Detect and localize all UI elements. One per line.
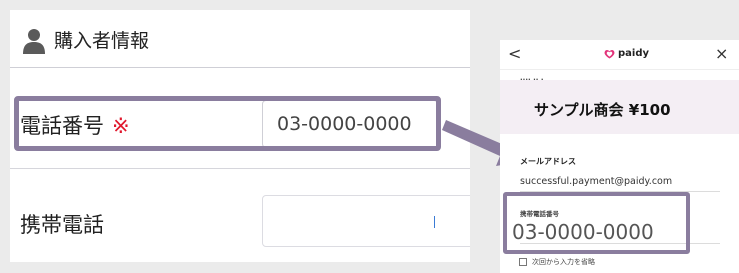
close-icon[interactable]: × [715,44,728,63]
email-underline [520,191,720,192]
mobile-label: 携帯電話 [20,213,104,237]
email-input[interactable]: successful.payment@paidy.com [520,176,672,187]
text-caret [434,216,435,228]
remember-label: 次回から入力を省略 [532,258,595,266]
paidy-heart-icon [604,49,615,58]
merchant-amount: サンプル商会 ¥100 [534,101,671,119]
checkout-header: < paidy × [500,40,739,70]
tel-label: 電話番号 ※ [20,110,130,140]
required-mark: ※ [112,114,130,138]
checkbox-icon[interactable] [519,258,527,266]
chevron-left-icon[interactable]: < [508,44,521,63]
tel-label-text: 電話番号 [20,114,104,138]
row-divider [10,168,470,169]
section-title: 購入者情報 [54,30,150,52]
purchaser-form: 購入者情報 電話番号 ※ 携帯電話 [10,10,470,262]
person-icon [23,29,45,54]
phone-underline [520,243,720,244]
paidy-brand-text: paidy [618,48,650,59]
paidy-logo: paidy [604,48,649,59]
mobile-input[interactable] [262,195,470,247]
email-label: メールアドレス [520,157,576,166]
merchant-summary: サンプル商会 ¥100 [500,80,739,134]
paidy-checkout: < paidy × ···· ·· · サンプル商会 ¥100 メールアドレス … [500,40,739,273]
tel-input[interactable] [262,100,438,148]
phone-label: 携帯電話番号 [520,210,559,218]
section-header: 購入者情報 [10,10,470,68]
phone-input[interactable]: 03-0000-0000 [512,220,654,244]
